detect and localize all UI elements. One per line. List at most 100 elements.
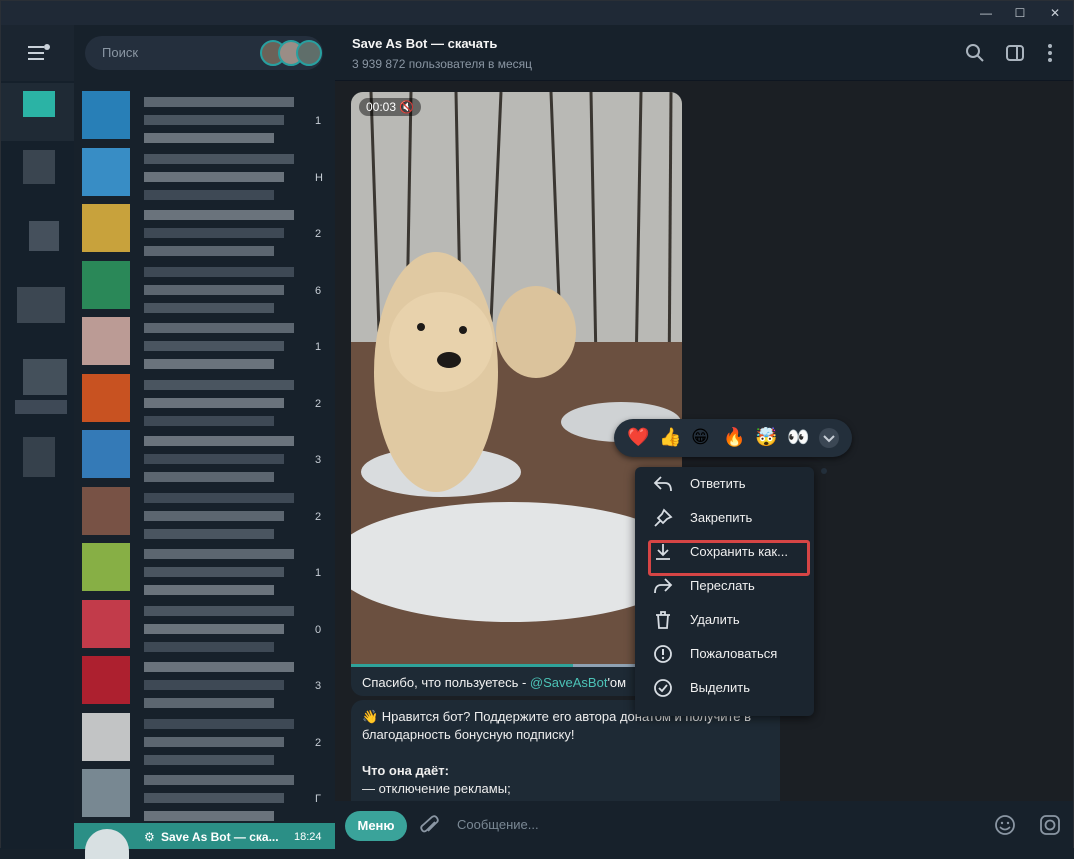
reply-icon xyxy=(653,476,672,492)
chat-preview-pixelated xyxy=(144,97,294,107)
bot-icon: ⚙ xyxy=(144,830,155,844)
chat-avatar-pixelated xyxy=(82,486,130,535)
folder-icon-pixelated[interactable] xyxy=(15,400,67,414)
forward-icon xyxy=(654,578,673,594)
chat-preview-pixelated xyxy=(144,680,284,690)
chat-area: Save As Bot — скачать 3 939 872 пользова… xyxy=(335,25,1073,849)
chat-row[interactable]: 1 xyxy=(74,539,335,595)
attach-icon[interactable] xyxy=(419,815,441,837)
menu-item-select[interactable]: Выделить xyxy=(635,671,814,705)
sidebar-toggle-icon[interactable] xyxy=(1004,42,1026,64)
report-icon xyxy=(654,645,672,663)
reaction-mind-blown[interactable]: 🤯 xyxy=(755,427,777,448)
folder-icon-pixelated[interactable] xyxy=(23,437,55,477)
chat-preview-pixelated xyxy=(144,323,294,333)
minimize-button[interactable]: — xyxy=(972,3,1000,23)
video-duration: 00:03 🔇 xyxy=(359,98,422,116)
chat-avatar-pixelated xyxy=(82,91,130,139)
close-button[interactable]: ✕ xyxy=(1041,3,1069,23)
trash-icon xyxy=(656,611,670,629)
chat-row[interactable]: 1 xyxy=(74,313,335,369)
chat-unread-badge: H xyxy=(315,171,323,184)
menu-item-delete[interactable]: Удалить xyxy=(635,603,814,637)
emoji-icon[interactable] xyxy=(994,814,1016,836)
chat-avatar-pixelated xyxy=(82,656,130,704)
chat-row[interactable]: 3 xyxy=(74,652,335,708)
pin-icon xyxy=(654,508,673,527)
reaction-thumbs-up[interactable]: 👍 xyxy=(659,427,681,448)
chat-preview-pixelated xyxy=(144,436,294,446)
chat-unread-badge: 3 xyxy=(315,680,322,692)
folder-sidebar xyxy=(1,25,74,849)
reaction-eyes[interactable]: 👀 xyxy=(787,427,809,448)
selected-chat-name: Save As Bot — ска... xyxy=(161,830,279,844)
folder-icon-pixelated[interactable] xyxy=(23,150,55,184)
reactions-bar: ❤️ 👍 😁 🔥 🤯 👀 xyxy=(614,419,852,457)
chat-unread-badge: 6 xyxy=(315,284,322,297)
chat-avatar-pixelated xyxy=(82,260,130,309)
chat-preview-pixelated xyxy=(144,284,284,295)
message-line: — отключение рекламы; xyxy=(362,781,511,796)
chat-preview-pixelated xyxy=(144,718,294,729)
chat-preview-pixelated xyxy=(144,246,274,256)
chat-preview-pixelated xyxy=(144,567,284,577)
chat-preview-pixelated xyxy=(144,341,284,351)
folder-icon-pixelated[interactable] xyxy=(29,221,59,251)
chat-preview-pixelated xyxy=(144,775,294,785)
search-icon[interactable] xyxy=(964,42,986,64)
search-input[interactable]: Поиск xyxy=(102,45,138,60)
menu-item-reply[interactable]: Ответить xyxy=(635,467,814,501)
bot-mention-link[interactable]: @SaveAsBot xyxy=(530,675,608,690)
message-context-menu: Ответить Закрепить Сохранить как... Пере… xyxy=(635,467,814,716)
chat-preview-pixelated xyxy=(144,811,274,821)
chat-preview-pixelated xyxy=(144,415,274,426)
chat-row[interactable]: H xyxy=(74,144,335,200)
muted-icon[interactable]: 🔇 xyxy=(399,100,414,114)
folder-icon-pixelated[interactable] xyxy=(23,359,67,395)
chat-row[interactable]: 2 xyxy=(74,483,335,539)
chat-unread-badge: 1 xyxy=(315,567,322,579)
message-line: Что она даёт: xyxy=(362,763,449,778)
chat-title[interactable]: Save As Bot — скачать xyxy=(352,36,497,51)
reaction-fire[interactable]: 🔥 xyxy=(723,427,745,448)
reaction-heart[interactable]: ❤️ xyxy=(627,427,649,448)
maximize-button[interactable]: ☐ xyxy=(1006,3,1034,23)
chat-row[interactable]: 1 xyxy=(74,87,335,143)
chat-preview-pixelated xyxy=(144,754,274,765)
bot-avatar xyxy=(85,829,129,859)
video-message[interactable]: 00:03 🔇 xyxy=(351,92,682,664)
telegram-window: — ☐ ✕ Поиск 1H2612321032Г ⚙ Save As Bot … xyxy=(0,0,1074,859)
chevron-down-icon[interactable] xyxy=(819,428,839,448)
story-avatar[interactable] xyxy=(296,40,322,66)
chat-row[interactable]: 2 xyxy=(74,370,335,426)
chat-preview-pixelated xyxy=(144,228,284,238)
chat-preview-pixelated xyxy=(144,641,274,652)
bot-menu-button[interactable]: Меню xyxy=(345,811,407,841)
chat-row[interactable]: 6 xyxy=(74,257,335,313)
main-menu-button[interactable] xyxy=(1,25,74,81)
chat-row[interactable]: 3 xyxy=(74,426,335,482)
select-icon xyxy=(654,679,672,697)
more-options-icon[interactable] xyxy=(1039,42,1061,64)
menu-item-pin[interactable]: Закрепить xyxy=(635,501,814,535)
camera-message-icon[interactable] xyxy=(1039,814,1061,836)
chat-preview-pixelated xyxy=(144,793,284,803)
chat-row[interactable]: 2 xyxy=(74,709,335,765)
chat-row[interactable]: 0 xyxy=(74,596,335,652)
message-input[interactable]: Сообщение... xyxy=(457,817,539,832)
search-field[interactable]: Поиск xyxy=(85,36,323,70)
chat-avatar-pixelated xyxy=(82,373,130,422)
video-progress-played xyxy=(351,664,573,667)
chat-header[interactable]: Save As Bot — скачать 3 939 872 пользова… xyxy=(335,25,1073,81)
chat-preview-pixelated xyxy=(144,736,284,747)
chat-row[interactable]: Г xyxy=(74,765,335,821)
folder-icon-pixelated[interactable] xyxy=(17,287,65,323)
title-bar: — ☐ ✕ xyxy=(1,1,1073,25)
menu-item-report[interactable]: Пожаловаться xyxy=(635,637,814,671)
reaction-grin[interactable]: 😁 xyxy=(691,427,710,448)
chat-row[interactable]: 2 xyxy=(74,200,335,256)
chat-preview-pixelated xyxy=(144,266,294,277)
chat-unread-badge: 2 xyxy=(315,228,322,240)
chat-row-selected[interactable]: ⚙ Save As Bot — ска... 18:24 xyxy=(74,823,335,859)
chat-avatar-pixelated xyxy=(82,430,130,478)
